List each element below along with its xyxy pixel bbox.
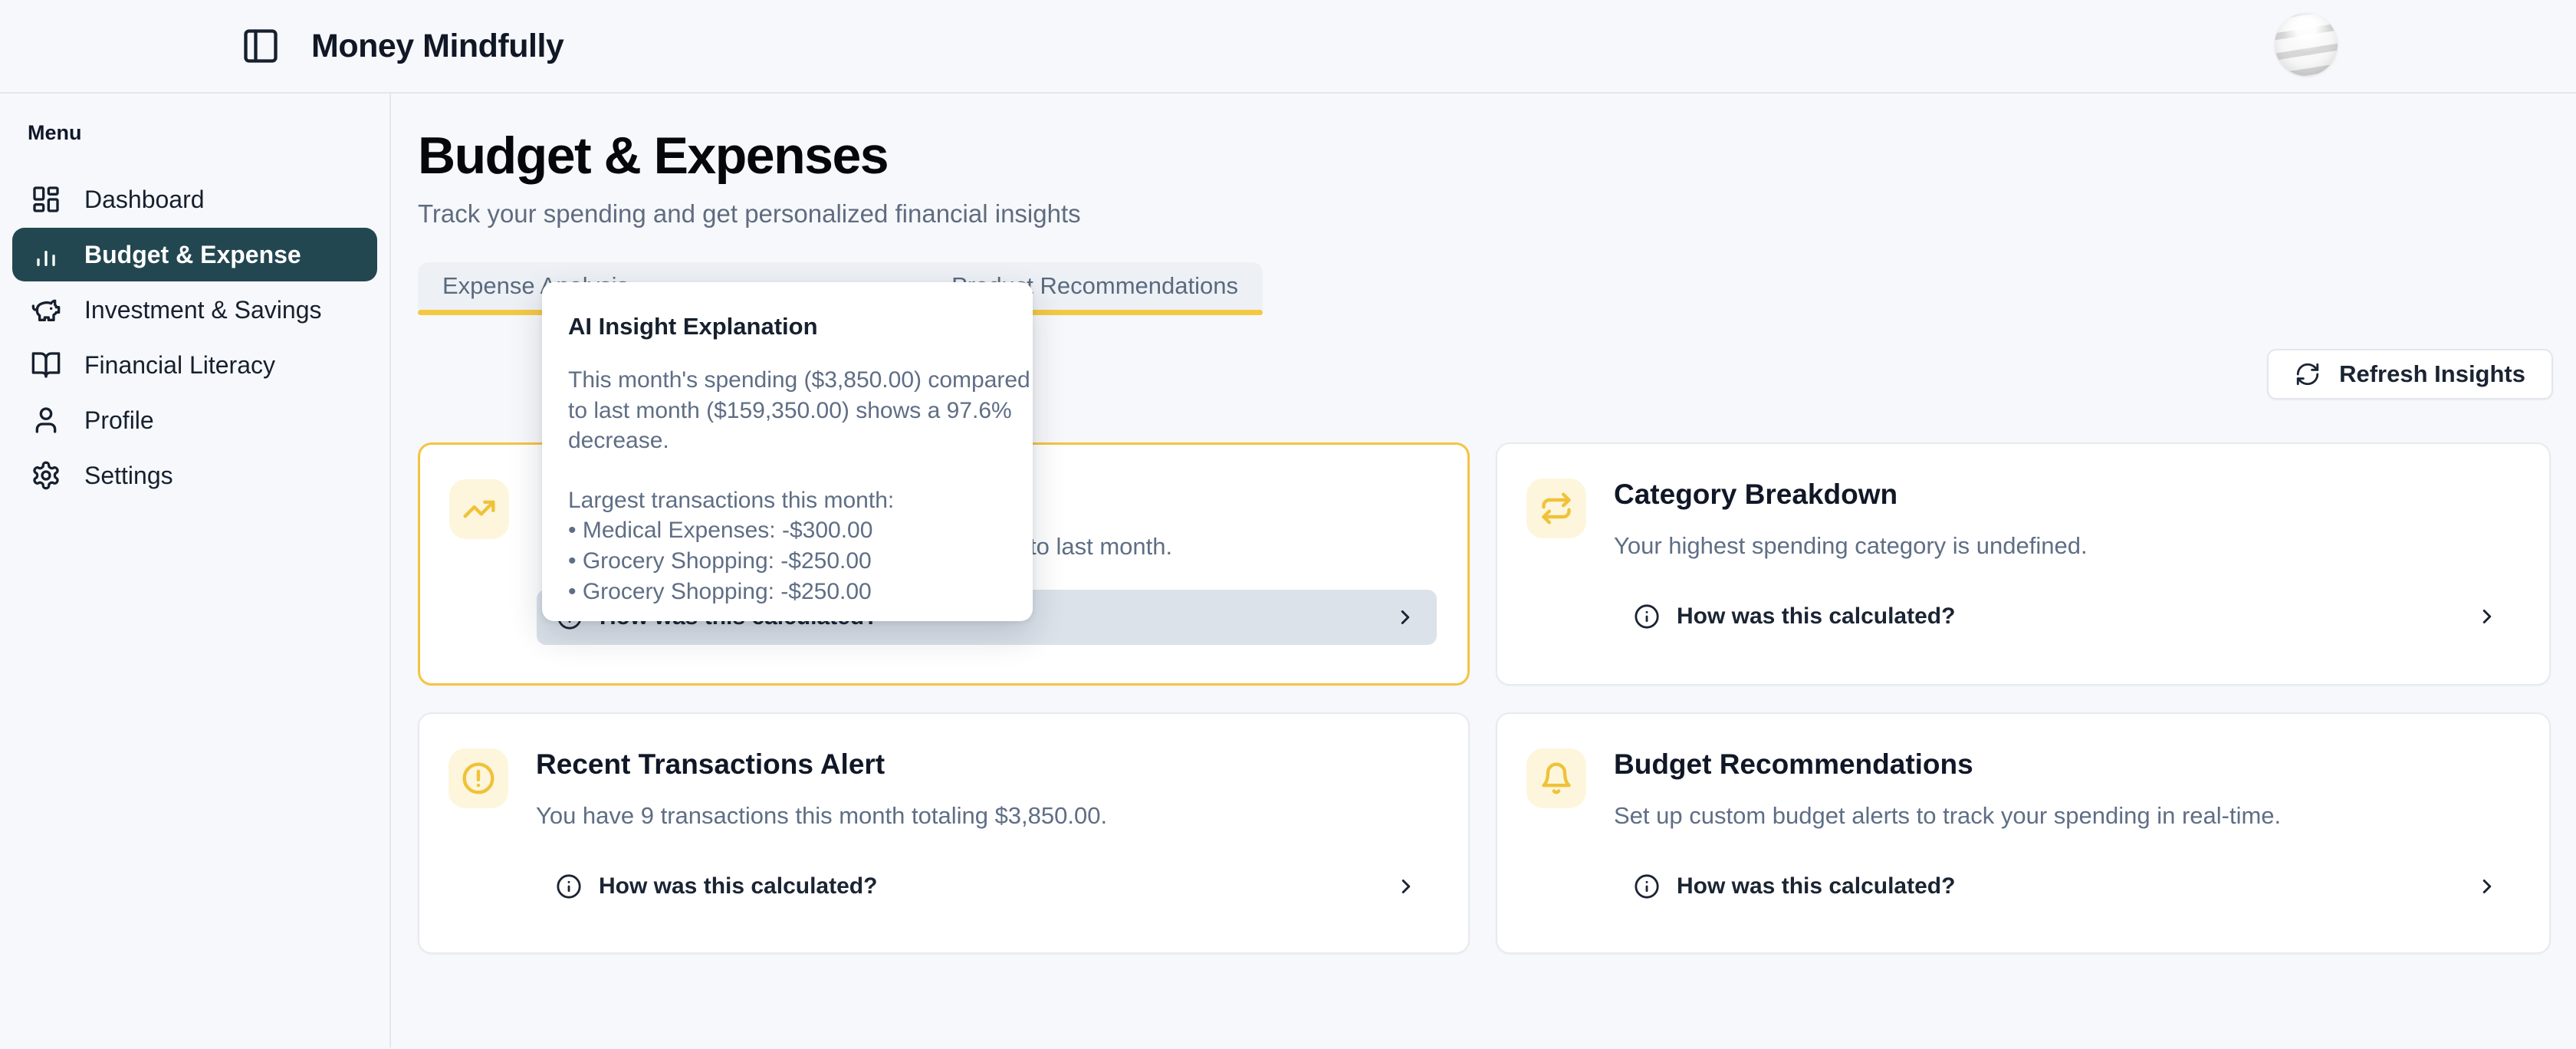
budget-recommendations-card: Budget Recommendations Set up custom bud… xyxy=(1496,712,2551,954)
bell-icon xyxy=(1526,748,1586,808)
trending-up-icon xyxy=(449,479,509,539)
how-calculated-link[interactable]: How was this calculated? xyxy=(536,859,1438,914)
tooltip-text-line: This month's spending ($3,850.00) compar… xyxy=(568,365,1007,396)
recent-transactions-card: Recent Transactions Alert You have 9 tra… xyxy=(418,712,1470,954)
menu-section-label: Menu xyxy=(28,121,389,145)
refresh-insights-button[interactable]: Refresh Insights xyxy=(2267,349,2553,400)
dashboard-icon xyxy=(31,184,61,215)
tooltip-bullet: • Grocery Shopping: -$250.00 xyxy=(568,546,1007,577)
page-title: Budget & Expenses xyxy=(418,126,2553,186)
how-calculated-label: How was this calculated? xyxy=(599,873,877,899)
sidebar-item-label: Profile xyxy=(84,406,154,435)
tooltip-title: AI Insight Explanation xyxy=(568,313,1007,340)
sidebar-item-settings[interactable]: Settings xyxy=(12,449,377,502)
bar-chart-icon xyxy=(31,239,61,270)
sidebar-item-financial-literacy[interactable]: Financial Literacy xyxy=(12,338,377,392)
tooltip-text-line: to last month ($159,350.00) shows a 97.6… xyxy=(568,396,1007,426)
how-calculated-label: How was this calculated? xyxy=(1677,873,1955,899)
gear-icon xyxy=(31,460,61,491)
sidebar-item-profile[interactable]: Profile xyxy=(12,393,377,447)
tooltip-body: This month's spending ($3,850.00) compar… xyxy=(568,365,1007,607)
user-avatar[interactable] xyxy=(2275,13,2338,76)
sidebar-item-dashboard[interactable]: Dashboard xyxy=(12,173,377,226)
refresh-icon xyxy=(2295,361,2321,387)
sidebar-nav: Dashboard Budget & Expense Investme xyxy=(0,173,389,502)
card-title: Category Breakdown xyxy=(1614,478,2518,512)
card-body: You have 9 transactions this month total… xyxy=(536,802,1438,830)
sidebar-toggle-button[interactable] xyxy=(241,26,281,66)
how-calculated-link[interactable]: How was this calculated? xyxy=(1614,589,2518,644)
chevron-right-icon xyxy=(1394,606,1417,629)
card-title: Recent Transactions Alert xyxy=(536,748,1438,782)
repeat-icon xyxy=(1526,478,1586,538)
sidebar-item-label: Budget & Expense xyxy=(84,241,301,269)
chevron-right-icon xyxy=(2476,875,2499,898)
tooltip-text-line: decrease. xyxy=(568,426,1007,456)
sidebar-item-label: Dashboard xyxy=(84,186,205,214)
how-calculated-label: How was this calculated? xyxy=(1677,603,1955,630)
piggy-bank-icon xyxy=(31,294,61,325)
tooltip-text-line: Largest transactions this month: xyxy=(568,485,1007,516)
sidebar-item-label: Settings xyxy=(84,462,173,490)
page-subtitle: Track your spending and get personalized… xyxy=(418,199,2553,229)
sidebar-item-label: Investment & Savings xyxy=(84,296,321,324)
sidebar-item-label: Financial Literacy xyxy=(84,351,275,380)
user-icon xyxy=(31,405,61,436)
app-title: Money Mindfully xyxy=(311,28,564,65)
info-icon xyxy=(1634,603,1660,630)
ai-insight-tooltip: AI Insight Explanation This month's spen… xyxy=(542,282,1033,621)
sidebar-item-budget-expense[interactable]: Budget & Expense xyxy=(12,228,377,281)
card-body: Set up custom budget alerts to track you… xyxy=(1614,802,2518,830)
category-breakdown-card: Category Breakdown Your highest spending… xyxy=(1496,442,2551,686)
sidebar-item-investment-savings[interactable]: Investment & Savings xyxy=(12,283,377,337)
book-open-icon xyxy=(31,350,61,380)
info-icon xyxy=(1634,873,1660,899)
card-body: Your highest spending category is undefi… xyxy=(1614,532,2518,560)
sidebar: Menu Dashboard Budget & Expense xyxy=(0,94,391,1047)
chevron-right-icon xyxy=(1395,875,1418,898)
app-header: Money Mindfully xyxy=(0,0,2576,94)
tooltip-bullet: • Medical Expenses: -$300.00 xyxy=(568,515,1007,546)
alert-circle-icon xyxy=(449,748,508,808)
card-title: Budget Recommendations xyxy=(1614,748,2518,782)
how-calculated-link[interactable]: How was this calculated? xyxy=(1614,859,2518,914)
info-icon xyxy=(556,873,582,899)
chevron-right-icon xyxy=(2476,605,2499,628)
refresh-button-label: Refresh Insights xyxy=(2339,360,2525,388)
tooltip-bullet: • Grocery Shopping: -$250.00 xyxy=(568,577,1007,607)
